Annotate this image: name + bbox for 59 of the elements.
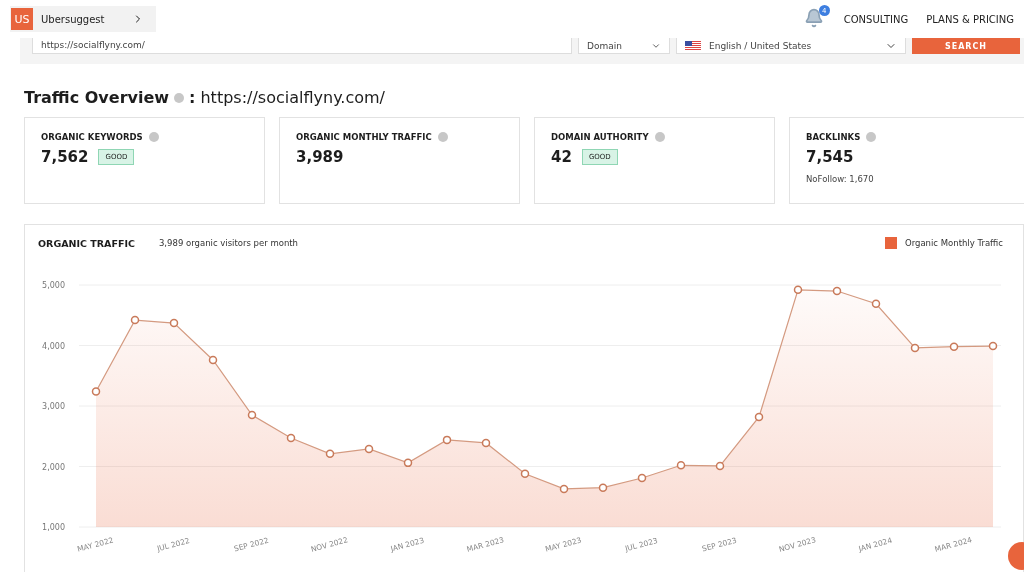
axis-label: 5,000 [42,281,65,290]
metric-value: 7,562 [41,148,89,166]
metric-note: NoFollow: 1,670 [806,174,875,184]
chart-subtitle: 3,989 organic visitors per month [158,238,298,248]
data-point [403,458,413,468]
help-icon[interactable] [148,132,159,142]
legend-swatch [884,237,897,249]
product-name: Ubersuggest [41,13,106,25]
data-point [325,449,335,459]
axis-label: 3,000 [42,402,65,411]
data-point [520,469,530,478]
nav-link[interactable]: CONSULTING [843,13,909,25]
page-title: Traffic Overview [24,88,170,107]
data-point [247,410,257,420]
data-point [598,483,608,492]
data-point [169,318,179,328]
data-point [832,286,842,296]
data-point [910,343,920,353]
help-icon[interactable] [174,92,185,103]
separator: : [189,88,196,107]
data-point [91,387,101,396]
metric-value: 3,989 [296,148,344,166]
data-point [286,433,296,443]
logo: US [11,8,33,30]
help-icon[interactable] [437,132,448,142]
mode-select[interactable]: Domain [578,38,670,54]
data-point [793,285,803,295]
help-icon[interactable] [866,132,877,142]
axis-label: 1,000 [42,523,65,532]
data-point [481,438,491,448]
flag-icon [685,40,701,51]
metric-label: DOMAIN AUTHORITY [551,132,649,142]
data-point [130,315,140,325]
metric-label: BACKLINKS [806,132,861,142]
data-point [559,484,569,494]
data-point [949,342,959,351]
data-point [754,412,764,422]
metric-label: ORGANIC KEYWORDS [41,132,143,142]
metric-value: 7,545 [806,148,854,166]
data-point [637,473,647,483]
data-point [676,461,686,470]
metric-label: ORGANIC MONTHLY TRAFFIC [296,132,432,142]
url-field[interactable]: https://socialflyny.com/ [32,38,572,54]
product-switcher[interactable]: US Ubersuggest [10,6,156,32]
data-point [988,341,998,351]
locale-select[interactable]: English / United States [676,38,906,54]
chart-title: ORGANIC TRAFFIC [38,237,135,249]
domain-name: https://socialflyny.com/ [200,88,385,107]
help-icon[interactable] [654,132,665,142]
axis-label: 4,000 [42,341,65,351]
metric-value: 42 [551,148,572,166]
axis-label: 2,000 [42,462,65,472]
nav-link[interactable]: PLANS & PRICING [926,13,1014,25]
data-point [442,435,452,445]
data-point [871,299,881,308]
data-point [715,461,725,471]
data-point [364,444,374,454]
data-point [208,355,218,365]
legend-label: Organic Monthly Traffic [904,238,1003,248]
